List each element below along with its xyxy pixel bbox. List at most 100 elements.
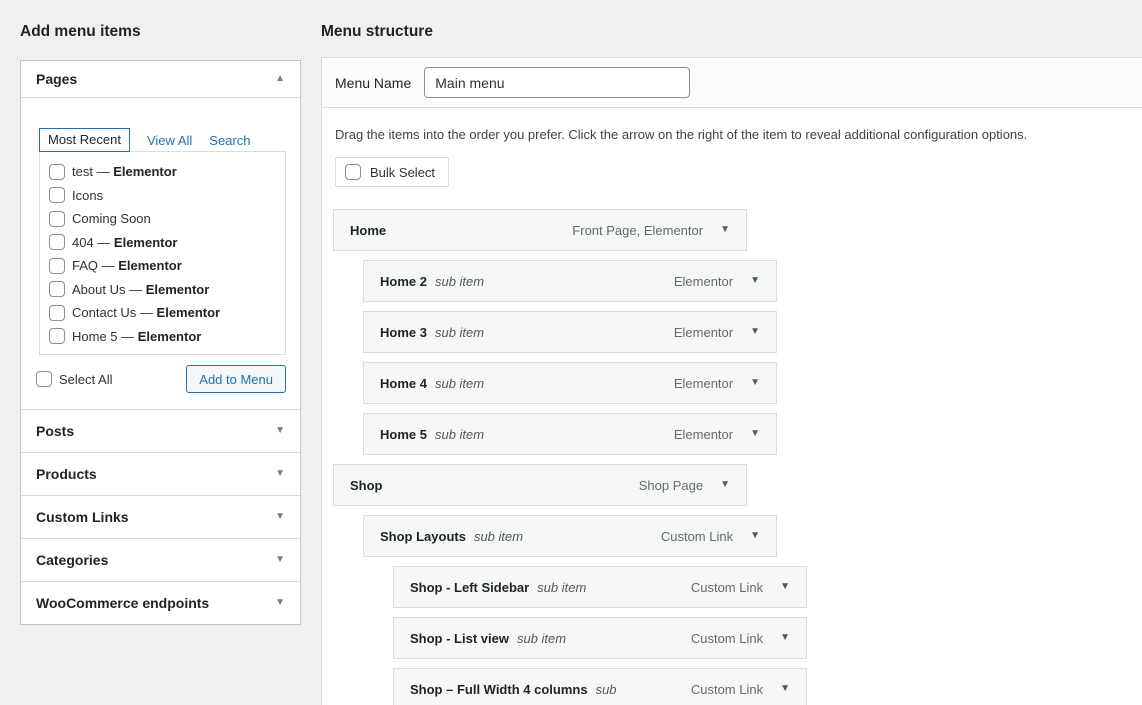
expand-down-icon[interactable]: ▼ [275,469,285,479]
page-checkbox[interactable] [49,305,65,321]
menu-item-bar[interactable]: Shop - Left Sidebarsub itemCustom Link▼ [393,566,807,608]
page-checkbox[interactable] [49,164,65,180]
page-checklist-row: Icons [49,184,285,208]
expand-down-icon[interactable]: ▼ [720,225,730,235]
menu-item-title: Home [350,223,386,238]
bulk-select[interactable]: Bulk Select [335,157,449,187]
accordion-section-title: WooCommerce endpoints [36,595,209,611]
page-item-label: Contact Us — Elementor [72,305,220,320]
menu-item-title: Home 5 [380,427,427,442]
collapse-up-icon[interactable]: ▲ [275,74,285,84]
menu-item-sub-label: sub item [435,274,484,289]
expand-down-icon[interactable]: ▼ [275,512,285,522]
menu-item-sub-label: sub item [537,580,586,595]
menu-item-bar[interactable]: ShopShop Page▼ [333,464,747,506]
add-menu-items-heading: Add menu items [20,23,141,41]
menu-item-bar[interactable]: Home 4 sub item Elementor ▼ [363,362,777,404]
page-checklist-row: test — Elementor [49,160,285,184]
accordion-section-categories[interactable]: Categories▼ [21,538,300,581]
pages-section-header[interactable]: Pages ▲ [21,61,300,98]
expand-down-icon[interactable]: ▼ [780,582,790,592]
menu-item-sub-label: sub item [517,631,566,646]
page-checklist-row: FAQ — Elementor [49,254,285,278]
menu-item-type-label: Custom Link [661,529,733,544]
expand-down-icon[interactable]: ▼ [275,598,285,608]
page-checkbox[interactable] [49,258,65,274]
menu-item-type-label: Custom Link [691,580,763,595]
menu-item-sub-label: sub [596,682,617,697]
select-all-label: Select All [59,372,112,387]
menu-item-bar[interactable]: Home 3sub itemElementor▼ [363,311,777,353]
page-checkbox[interactable] [49,328,65,344]
menu-item-sub-label: sub item [474,529,523,544]
menu-item-type-label: Elementor [674,376,733,391]
bulk-select-checkbox[interactable] [345,164,361,180]
page-checkbox[interactable] [49,234,65,250]
menu-name-input[interactable] [424,67,690,98]
tab-most-recent[interactable]: Most Recent [39,128,130,152]
page-checkbox[interactable] [49,187,65,203]
expand-down-icon[interactable]: ▼ [750,531,760,541]
tab-search[interactable]: Search [209,133,250,148]
page-item-label: Home 5 — Elementor [72,329,201,344]
page-item-label: 404 — Elementor [72,235,178,250]
menu-item-type-label: Elementor [674,427,733,442]
expand-down-icon[interactable]: ▼ [720,480,730,490]
page-item-label: Coming Soon [72,211,151,226]
page-checkbox[interactable] [49,281,65,297]
accordion-section-products[interactable]: Products▼ [21,452,300,495]
menu-structure-body: Drag the items into the order you prefer… [322,125,1142,705]
accordion-section-title: Posts [36,423,74,439]
page-checkbox[interactable] [49,211,65,227]
expand-down-icon[interactable]: ▼ [275,555,285,565]
menu-item-title: Shop [350,478,383,493]
tab-view-all[interactable]: View All [147,133,192,148]
expand-down-icon[interactable]: ▼ [750,327,760,337]
page-checklist-row: 404 — Elementor [49,231,285,255]
menu-name-row: Menu Name [322,58,1142,108]
menu-item-bar[interactable]: Shop - List view sub item Custom Link ▼ [393,617,807,659]
accordion-section-title: Custom Links [36,509,129,525]
menu-item-type-label: Front Page, Elementor [572,223,703,238]
expand-down-icon[interactable]: ▼ [750,276,760,286]
page-item-label: About Us — Elementor [72,282,209,297]
menu-structure-heading: Menu structure [321,23,433,41]
menu-item-type-label: Custom Link [691,631,763,646]
accordion-section-woocommerce-endpoints[interactable]: WooCommerce endpoints ▼ [21,581,300,624]
pages-section-title: Pages [36,71,77,87]
accordion-section-posts[interactable]: Posts ▼ [21,409,300,452]
pages-checklist: test — Elementor Icons Coming Soon 404 — El… [39,151,286,355]
menu-item-sub-label: sub item [435,427,484,442]
expand-down-icon[interactable]: ▼ [750,378,760,388]
add-menu-items-panel: Pages ▲ Most Recent View All Search test… [20,60,301,625]
expand-down-icon[interactable]: ▼ [780,684,790,694]
page-item-label: test — Elementor [72,164,177,179]
menu-item-bar[interactable]: Home Front Page, Elementor ▼ [333,209,747,251]
menu-item-type-label: Elementor [674,325,733,340]
menu-item-bar[interactable]: Shop Layouts sub item Custom Link ▼ [363,515,777,557]
menu-item-title: Shop Layouts [380,529,466,544]
menu-item-title: Shop – Full Width 4 columns [410,682,588,697]
menu-structure-panel: Menu Name Drag the items into the order … [321,57,1142,705]
add-to-menu-button[interactable]: Add to Menu [186,365,286,393]
menu-structure-list: Home Front Page, Elementor ▼ Home 2 sub item… [333,209,1129,705]
page-checklist-row: Contact Us — Elementor [49,301,285,325]
expand-down-icon[interactable]: ▼ [780,633,790,643]
page-item-label: FAQ — Elementor [72,258,182,273]
menu-item-title: Home 4 [380,376,427,391]
menu-item-title: Shop - List view [410,631,509,646]
menu-item-bar[interactable]: Shop – Full Width 4 columnssubCustom Lin… [393,668,807,705]
menu-name-label: Menu Name [335,75,411,91]
accordion-section-custom-links[interactable]: Custom Links ▼ [21,495,300,538]
pages-section-body: Most Recent View All Search test — Eleme… [21,98,300,409]
menu-item-bar[interactable]: Home 2sub itemElementor▼ [363,260,777,302]
menu-item-sub-label: sub item [435,376,484,391]
menu-item-sub-label: sub item [435,325,484,340]
expand-down-icon[interactable]: ▼ [750,429,760,439]
select-all-checkbox[interactable] [36,371,52,387]
menu-item-title: Home 2 [380,274,427,289]
bulk-select-label: Bulk Select [370,165,435,180]
expand-down-icon[interactable]: ▼ [275,426,285,436]
menu-item-bar[interactable]: Home 5 sub item Elementor ▼ [363,413,777,455]
accordion-sections: Posts▼Products▼Custom Links▼Categories▼W… [21,409,300,624]
